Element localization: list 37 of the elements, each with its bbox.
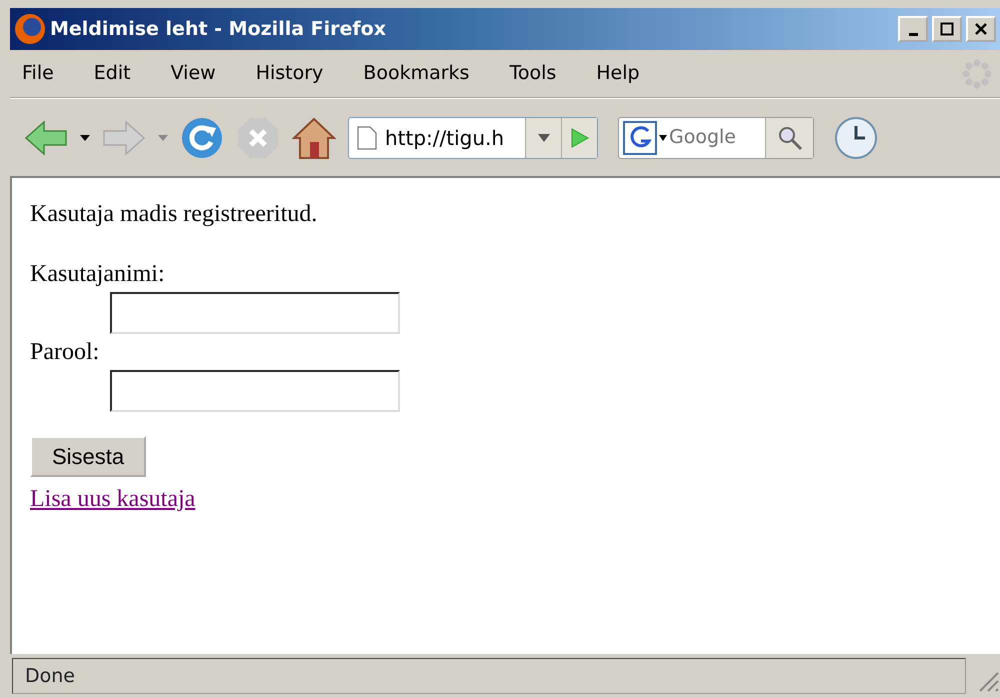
- play-icon: [570, 126, 590, 148]
- search-bar[interactable]: Google: [618, 116, 814, 158]
- input-field[interactable]: [110, 292, 400, 334]
- field-label: Parool:: [30, 338, 100, 367]
- search-button[interactable]: [765, 118, 813, 158]
- search-icon: [776, 124, 802, 150]
- add-user-link[interactable]: Lisa uus kasutaja: [30, 486, 196, 512]
- submit-button[interactable]: Sisesta: [30, 436, 146, 477]
- field-label: Kasutajanimi:: [30, 260, 165, 289]
- menu-item[interactable]: File: [18, 59, 58, 88]
- input-field[interactable]: [110, 370, 400, 412]
- back-arrow-icon[interactable]: [24, 120, 68, 156]
- menu-item[interactable]: Bookmarks: [359, 59, 474, 88]
- menu-item[interactable]: Help: [592, 59, 644, 88]
- menu-item[interactable]: Edit: [90, 59, 135, 88]
- menu-item[interactable]: Tools: [505, 59, 560, 88]
- firefox-logo-icon: [14, 13, 46, 45]
- status-message: Kasutaja madis registreeritud.: [30, 200, 318, 229]
- dropdown-caret-icon[interactable]: [80, 134, 90, 140]
- clock-icon[interactable]: [834, 116, 878, 160]
- window-title: Meldimise leht - Mozilla Firefox: [50, 16, 386, 42]
- menu-item[interactable]: View: [166, 59, 220, 88]
- dropdown-button[interactable]: [525, 118, 561, 158]
- status-text: Done: [12, 658, 966, 694]
- maximize-button[interactable]: [932, 16, 962, 42]
- home-icon[interactable]: [292, 116, 336, 160]
- menu-item[interactable]: History: [252, 59, 328, 88]
- close-icon: [974, 22, 988, 36]
- minimize-button[interactable]: [898, 16, 928, 42]
- close-button[interactable]: [966, 16, 996, 42]
- caret-icon: [538, 134, 550, 142]
- search-engine-icon[interactable]: [623, 120, 669, 154]
- page-icon: [357, 126, 377, 150]
- reload-icon[interactable]: [180, 116, 224, 160]
- address-bar[interactable]: http://tigu.h: [348, 116, 598, 158]
- minimize-icon: [908, 32, 918, 36]
- maximize-icon: [940, 22, 954, 36]
